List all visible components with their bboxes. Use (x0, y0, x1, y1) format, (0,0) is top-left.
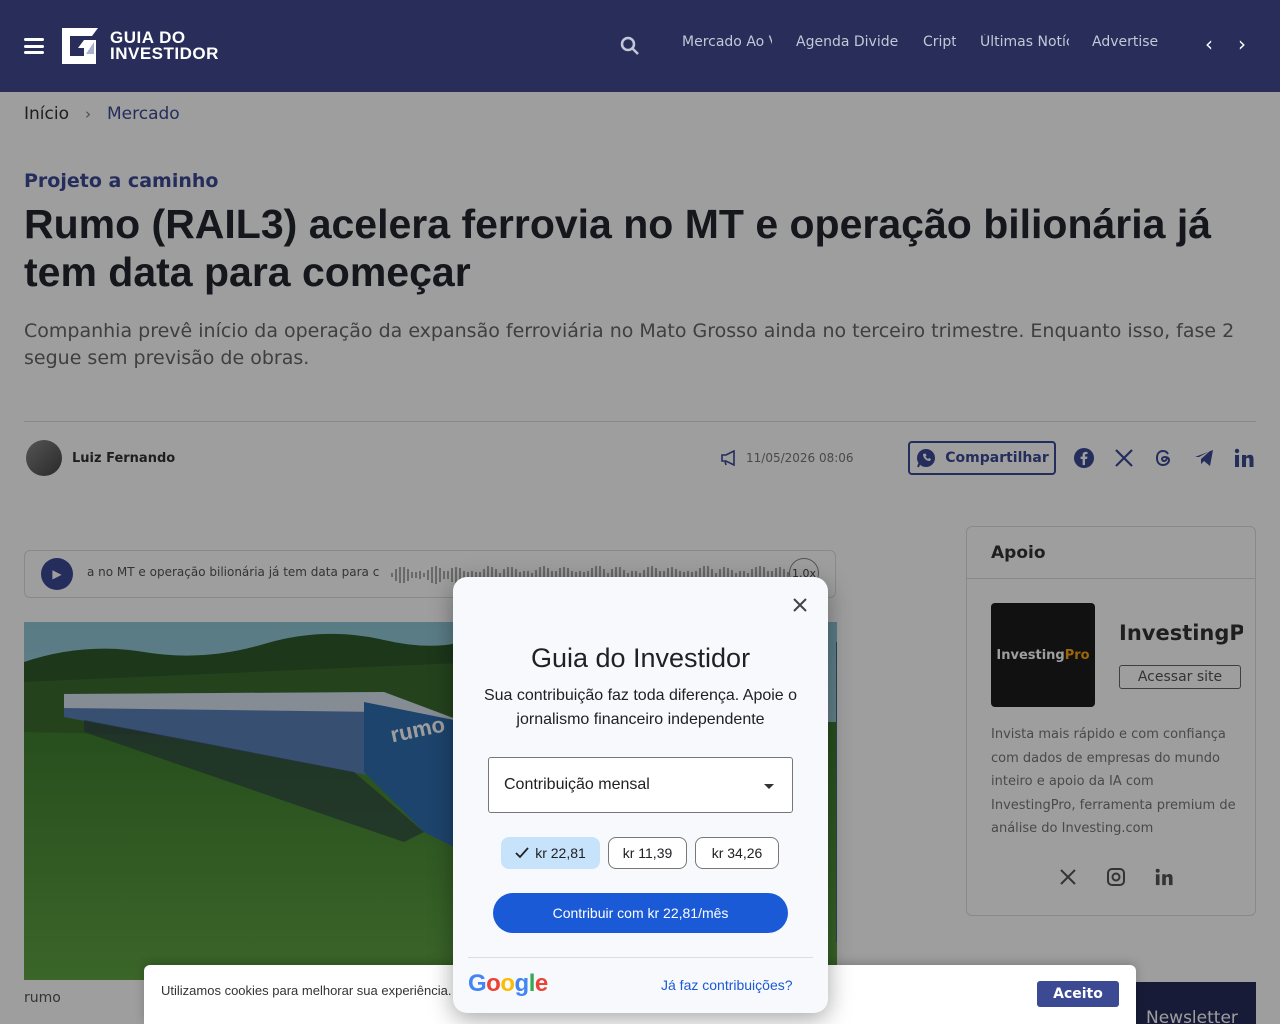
nav-item-advertise[interactable]: Advertise (1092, 34, 1162, 50)
logo-mark-icon (62, 28, 98, 64)
dialog-title: Guia do Investidor (530, 643, 751, 673)
brand-letter: o (500, 970, 515, 997)
nav-item-agenda[interactable]: Agenda Dividendos (796, 34, 899, 50)
search-icon[interactable] (620, 36, 640, 60)
amount-label: kr 22,81 (535, 845, 586, 861)
amount-label: kr 34,26 (711, 845, 763, 861)
already-contributing-link[interactable]: Já faz contribuições? (661, 977, 793, 993)
amount-option-2[interactable]: kr 11,39 (608, 837, 687, 869)
brand-letter: G (468, 970, 487, 997)
nav-item-ultimas[interactable]: Últimas Notícias (980, 34, 1069, 50)
amount-option-3[interactable]: kr 34,26 (695, 837, 779, 869)
amount-option-1[interactable]: kr 22,81 (501, 837, 600, 869)
divider (468, 957, 813, 958)
brand-letter: e (534, 970, 548, 997)
check-icon (515, 847, 529, 859)
contribute-button[interactable]: Contribuir com kr 22,81/mês (493, 893, 788, 933)
contribution-dialog: Guia do Investidor Sua contribuição faz … (453, 577, 828, 1013)
cookie-accept-button[interactable]: Aceito (1037, 981, 1119, 1007)
nav-next-icon[interactable]: › (1238, 34, 1246, 54)
logo-line-2: INVESTIDOR (110, 44, 219, 63)
dialog-subtitle: Sua contribuição faz toda diferença. Apo… (483, 687, 798, 728)
select-value: Contribuição mensal (504, 776, 650, 793)
site-logo[interactable]: GUIA DO INVESTIDOR (56, 24, 219, 68)
site-header: GUIA DO INVESTIDOR Mercado Ao Vivo Agend… (0, 0, 1280, 92)
menu-icon[interactable] (24, 38, 44, 54)
close-icon[interactable] (790, 595, 810, 615)
amount-label: kr 11,39 (622, 845, 673, 861)
brand-letter: o (486, 970, 501, 997)
cookie-text: Utilizamos cookies para melhorar sua exp… (161, 983, 452, 998)
google-logo: Google (468, 970, 548, 998)
nav-prev-icon[interactable]: ‹ (1205, 34, 1213, 54)
nav-item-cripto[interactable]: Cripto (923, 34, 956, 50)
nav-item-mercado[interactable]: Mercado Ao Vivo (682, 34, 772, 50)
contribution-type-select[interactable]: Contribuição mensal (488, 757, 793, 813)
brand-letter: g (514, 970, 530, 997)
dropdown-caret-icon (764, 784, 774, 789)
